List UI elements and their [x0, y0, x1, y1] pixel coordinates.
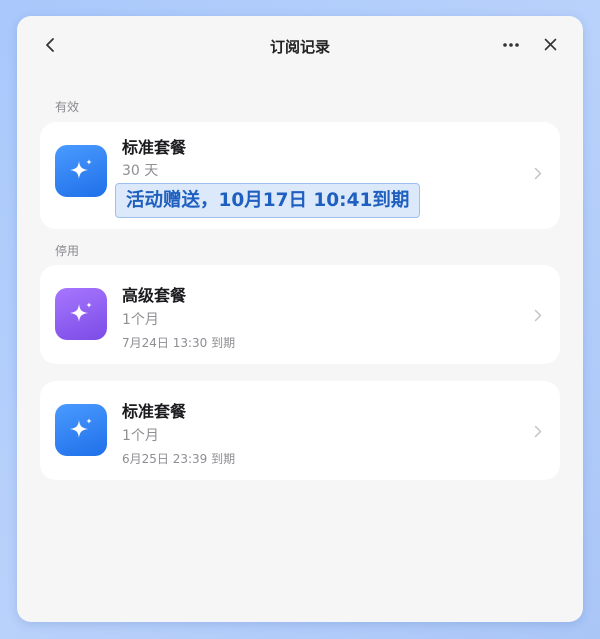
plan-icon — [55, 288, 107, 340]
subscription-card[interactable]: 标准套餐 1个月 6月25日 23:39 到期 — [40, 381, 560, 480]
section-label-active: 有效 — [55, 100, 80, 114]
sparkle-icon — [70, 418, 92, 438]
more-horizontal-icon — [503, 43, 519, 47]
plan-name: 高级套餐 — [122, 286, 187, 305]
plan-duration: 1个月 — [122, 312, 159, 328]
expire-date: 7月24日 13:30 到期 — [122, 336, 236, 350]
subscription-card[interactable]: 高级套餐 1个月 7月24日 13:30 到期 — [40, 265, 560, 364]
chevron-right-icon — [532, 165, 544, 181]
close-button[interactable] — [539, 33, 561, 55]
expire-date: 6月25日 23:39 到期 — [122, 452, 236, 466]
expire-date-highlight: 活动赠送，10月17日 10:41到期 — [115, 183, 421, 218]
close-icon — [544, 38, 556, 50]
plan-name: 标准套餐 — [122, 402, 187, 421]
sparkle-icon — [70, 159, 92, 179]
plan-duration: 1个月 — [122, 428, 159, 444]
chevron-right-icon — [532, 423, 544, 439]
plan-name: 标准套餐 — [122, 138, 187, 157]
sparkle-icon — [70, 302, 92, 322]
section-label-inactive: 停用 — [55, 244, 80, 258]
plan-duration: 30 天 — [122, 163, 159, 179]
more-button[interactable] — [499, 34, 523, 56]
chevron-right-icon — [532, 307, 544, 323]
plan-icon — [55, 145, 107, 197]
subscription-card[interactable]: 标准套餐 30 天 活动赠送，10月17日 10:41到期 — [40, 122, 560, 229]
plan-icon — [55, 404, 107, 456]
subscription-window: 订阅记录 有效 标准套餐 30 天 活动赠送，10月17日 10:41到期 停用… — [17, 16, 583, 622]
header: 订阅记录 — [17, 16, 583, 72]
